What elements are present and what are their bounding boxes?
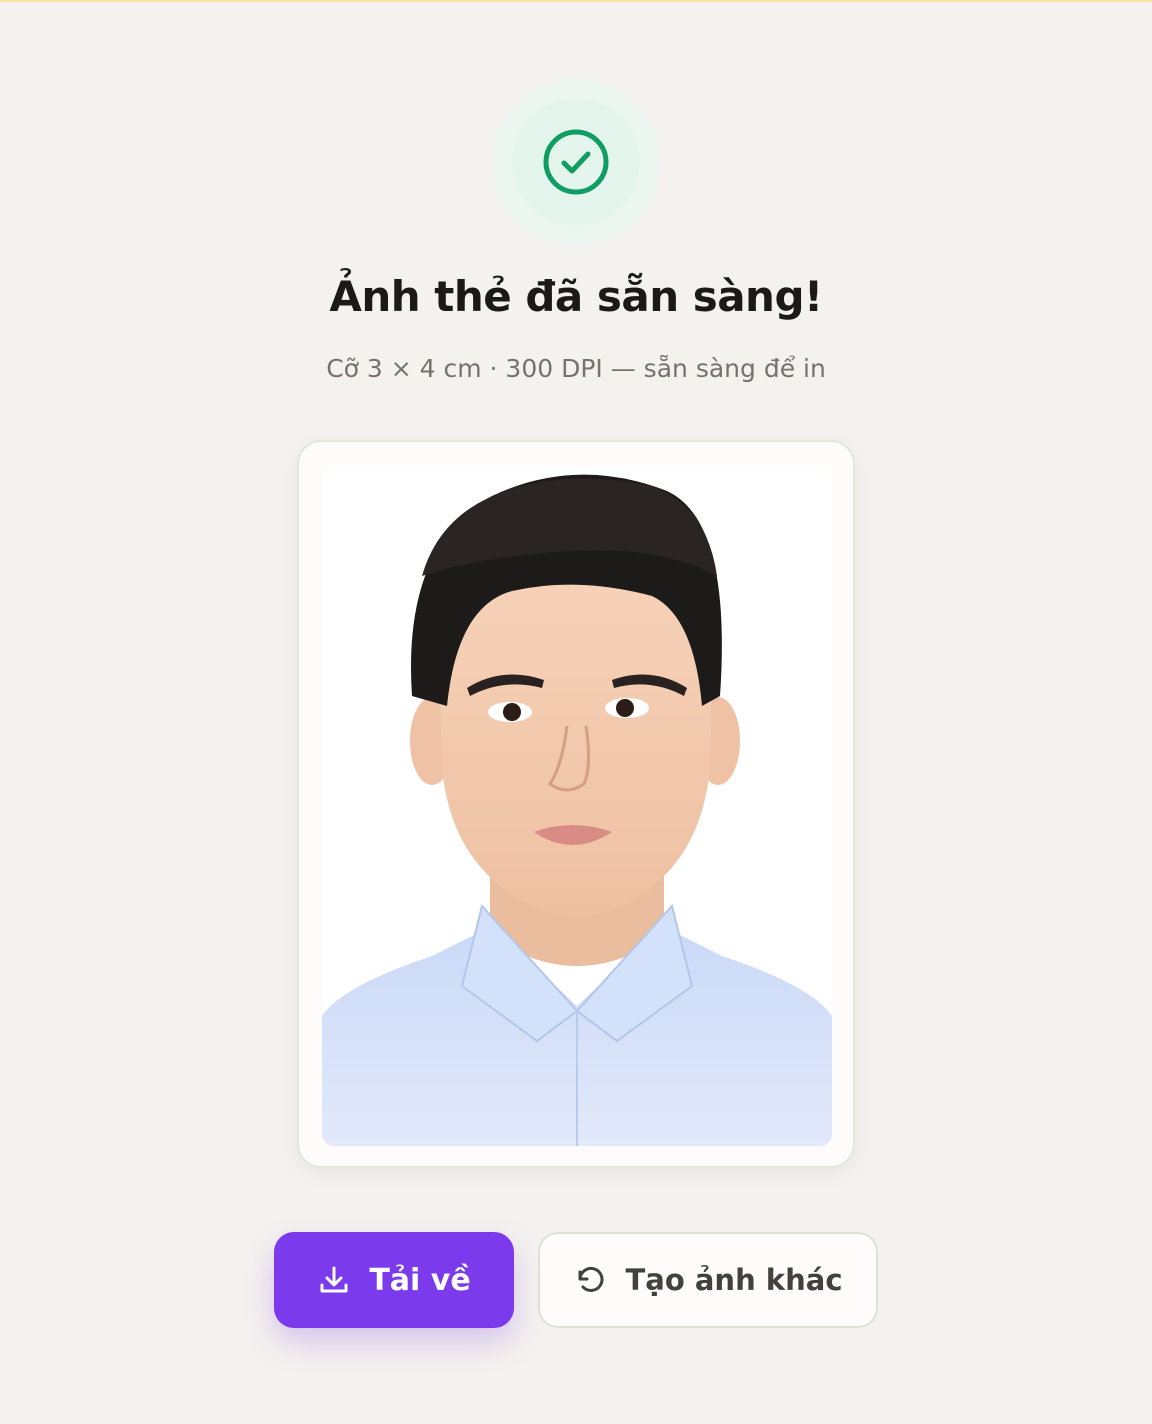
- page-title: Ảnh thẻ đã sẵn sàng!: [329, 272, 823, 321]
- top-accent-line: [0, 0, 1152, 2]
- id-portrait-photo: [322, 466, 832, 1146]
- create-another-photo-button[interactable]: Tạo ảnh khác: [538, 1232, 878, 1328]
- photo-preview-card: [297, 440, 855, 1168]
- download-icon: [317, 1263, 351, 1297]
- create-another-label: Tạo ảnh khác: [625, 1263, 843, 1297]
- rotate-ccw-icon: [573, 1263, 607, 1297]
- success-badge: [496, 82, 656, 242]
- download-label: Tải về: [369, 1262, 471, 1298]
- photo-spec-subtitle: Cỡ 3 × 4 cm · 300 DPI — sẵn sàng để in: [326, 354, 826, 383]
- download-button[interactable]: Tải về: [274, 1232, 514, 1328]
